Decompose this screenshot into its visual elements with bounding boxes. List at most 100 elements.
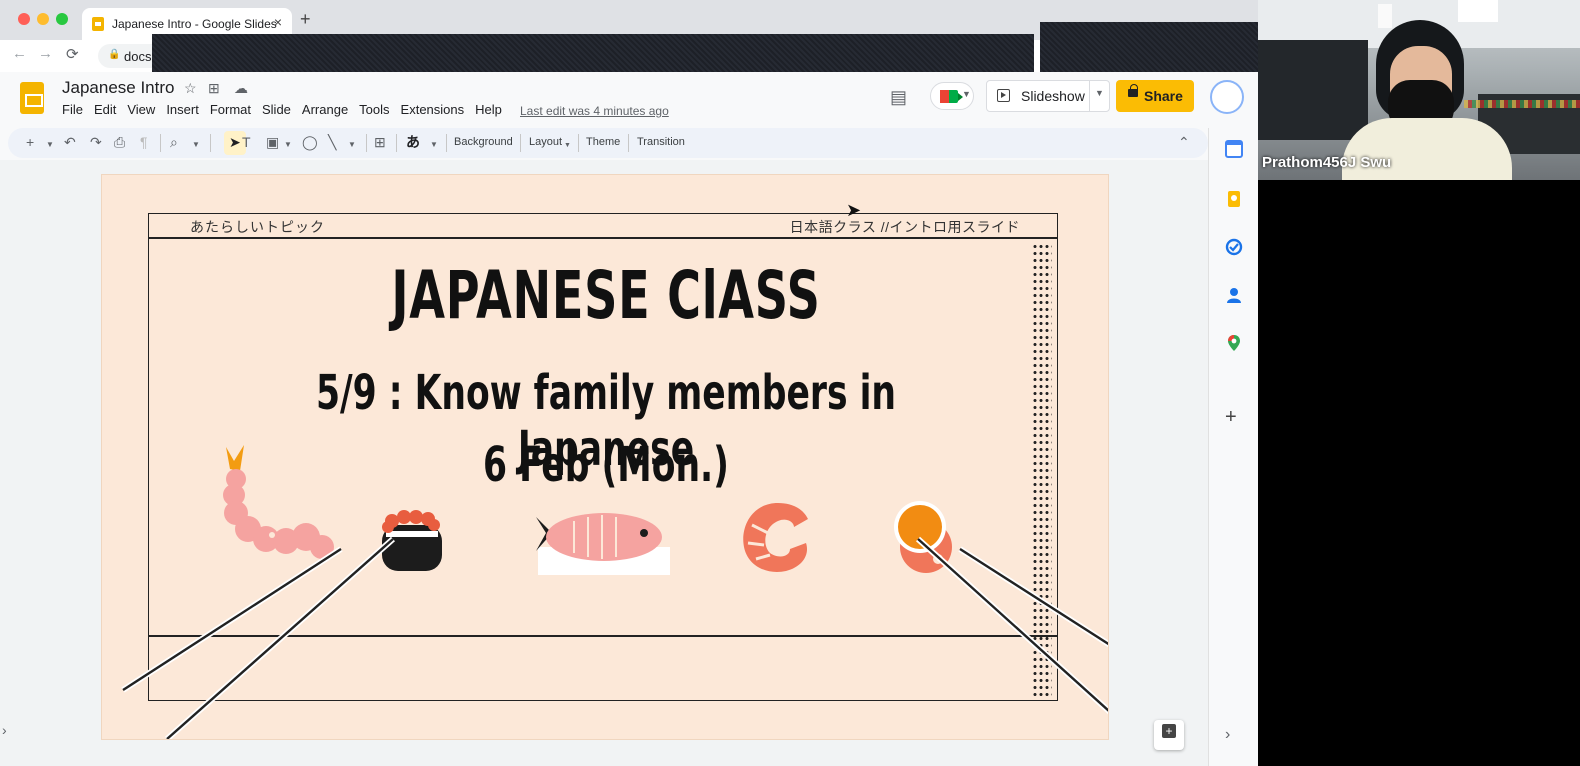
line-icon[interactable]: ╲ [328, 135, 336, 149]
tasks-icon[interactable] [1225, 238, 1243, 256]
divider [210, 134, 211, 152]
menu-format[interactable]: Format [210, 102, 251, 117]
screen: Japanese Intro - Google Slides × + ← → ⟳… [0, 0, 1580, 766]
avatar[interactable] [1210, 80, 1244, 114]
chevron-down-icon[interactable]: ▼ [430, 138, 438, 152]
meet-camera-icon [940, 90, 963, 103]
slide-canvas: あたらしいトピック 日本語クラス //イントロ用スライド JAPANESE Cl… [0, 160, 1208, 766]
participant-name: Prathom456J Swu [1262, 154, 1392, 171]
collapse-toolbar-icon[interactable]: ⌃ [1178, 135, 1190, 149]
video-background [1458, 0, 1498, 22]
input-tools-icon[interactable]: あ [406, 135, 420, 149]
chevron-down-icon[interactable]: ▼ [192, 138, 200, 152]
slideshow-button[interactable]: Slideshow ▼ [986, 80, 1110, 112]
left-chopsticks-icon [121, 536, 395, 739]
contacts-icon[interactable] [1225, 286, 1243, 304]
zoom-icon[interactable]: ⌕ [170, 135, 178, 149]
calendar-icon[interactable] [1225, 140, 1243, 158]
shape-icon[interactable]: ◯ [302, 135, 318, 149]
video-background [1258, 40, 1368, 140]
last-edit-link[interactable]: Last edit was 4 minutes ago [520, 104, 669, 118]
redo-icon[interactable]: ↷ [90, 135, 102, 149]
slide-kicker: あたらしいトピック [190, 219, 325, 235]
menu-insert[interactable]: Insert [166, 102, 199, 117]
back-icon[interactable]: ← [12, 45, 27, 62]
keep-icon[interactable] [1225, 190, 1243, 208]
menu-view[interactable]: View [127, 102, 155, 117]
meet-button[interactable]: ▼ [930, 82, 974, 110]
browser-window: Japanese Intro - Google Slides × + ← → ⟳… [0, 0, 1258, 766]
slides-favicon-icon [92, 17, 104, 31]
paint-format-icon[interactable]: ¶ [140, 135, 148, 149]
chevron-down-icon: ▼ [962, 89, 971, 99]
layout-button[interactable]: Layout [529, 136, 562, 148]
menu-edit[interactable]: Edit [94, 102, 116, 117]
video-background [1464, 100, 1580, 108]
divider [396, 134, 397, 152]
menu-help[interactable]: Help [475, 102, 502, 117]
divider [578, 134, 579, 152]
star-icon[interactable]: ☆ [184, 80, 197, 97]
print-icon[interactable]: ⎙ [114, 135, 125, 149]
toolbar: + ▼ ↶ ↷ ⎙ ¶ ⌕ ▼ ➤ T ▣ ▼ ◯ ╲ ▼ ⊞ あ ▼ Back… [8, 128, 1208, 158]
shrimp-icon [743, 503, 808, 572]
share-button[interactable]: Share [1116, 80, 1194, 112]
background-button[interactable]: Background [454, 136, 513, 148]
chevron-down-icon[interactable]: ▼ [1095, 88, 1104, 98]
minimize-window-button[interactable] [37, 13, 49, 25]
comments-icon[interactable]: ▤ [890, 87, 907, 108]
undo-icon[interactable]: ↶ [64, 135, 76, 149]
slide[interactable]: あたらしいトピック 日本語クラス //イントロ用スライド JAPANESE Cl… [101, 174, 1109, 740]
tab-close-icon[interactable]: × [274, 14, 282, 30]
lock-icon [1128, 84, 1138, 97]
maps-icon[interactable] [1225, 334, 1243, 352]
close-window-button[interactable] [18, 13, 30, 25]
menu-bar: File Edit View Insert Format Slide Arran… [62, 102, 513, 117]
add-icon[interactable]: + [1225, 407, 1243, 427]
slide-date: 6 Feb (Mon.) [483, 437, 729, 493]
maximize-window-button[interactable] [56, 13, 68, 25]
mouse-cursor-icon: ➤ [846, 200, 862, 220]
menu-slide[interactable]: Slide [262, 102, 291, 117]
url-text: docs [124, 49, 152, 64]
transition-button[interactable]: Transition [637, 136, 685, 148]
menu-extensions[interactable]: Extensions [401, 102, 465, 117]
image-icon[interactable]: ▣ [266, 135, 279, 149]
divider [628, 134, 629, 152]
menu-tools[interactable]: Tools [359, 102, 389, 117]
slide-title: JAPANESE ClASS [391, 257, 821, 334]
slides-header: Japanese Intro ☆ ⊞ ☁ File Edit View Inse… [0, 72, 1258, 126]
chevron-down-icon[interactable]: ▼ [564, 139, 571, 153]
chevron-right-icon[interactable]: › [2, 722, 7, 738]
add-comment-icon[interactable]: ⊞ [374, 135, 386, 149]
chevron-down-icon[interactable]: ▼ [284, 138, 292, 152]
new-slide-icon[interactable]: + [26, 135, 34, 149]
side-panel: + › [1208, 128, 1258, 766]
share-label: Share [1144, 88, 1183, 104]
new-tab-icon[interactable]: + [300, 9, 311, 30]
divider [520, 134, 521, 152]
cloud-saved-icon[interactable]: ☁ [234, 80, 248, 97]
document-title[interactable]: Japanese Intro [62, 78, 174, 98]
chevron-down-icon[interactable]: ▼ [348, 138, 356, 152]
move-folder-icon[interactable]: ⊞ [208, 80, 220, 97]
theme-button[interactable]: Theme [586, 136, 620, 148]
fish-icon [536, 513, 670, 575]
reload-icon[interactable]: ⟳ [66, 45, 79, 63]
text-box-icon[interactable]: T [242, 135, 251, 149]
chevron-right-icon[interactable]: › [1225, 726, 1243, 744]
menu-arrange[interactable]: Arrange [302, 102, 348, 117]
video-background [1378, 4, 1392, 28]
slideshow-label: Slideshow [1021, 88, 1085, 104]
speaker-notes-button[interactable] [1154, 720, 1184, 750]
slides-logo-icon[interactable] [20, 82, 44, 114]
right-chopsticks-icon [915, 536, 1108, 715]
forward-icon[interactable]: → [38, 45, 53, 62]
play-icon [997, 89, 1010, 102]
chevron-down-icon[interactable]: ▼ [46, 138, 54, 152]
slide-label: 日本語クラス //イントロ用スライド [789, 219, 1020, 235]
cursor-icon: ➤ [229, 134, 241, 150]
menu-file[interactable]: File [62, 102, 83, 117]
divider [160, 134, 161, 152]
lock-icon: 🔒 [108, 49, 121, 60]
